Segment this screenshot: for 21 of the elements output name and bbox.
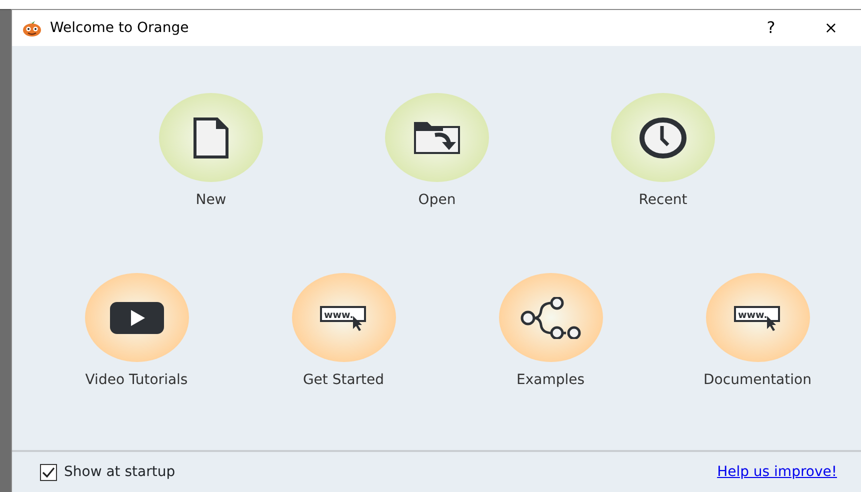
- action-circle-button[interactable]: www.: [292, 273, 396, 362]
- branching-graph-icon: [520, 296, 582, 338]
- video-play-icon: [108, 300, 164, 334]
- show-at-startup-checkbox[interactable]: Show at startup: [40, 462, 176, 482]
- window-title: Welcome to Orange: [50, 18, 189, 38]
- app-logo-icon: [22, 19, 42, 37]
- action-label[interactable]: Video Tutorials: [85, 371, 188, 389]
- action-label[interactable]: Open: [418, 191, 456, 209]
- action-label[interactable]: Documentation: [704, 371, 812, 389]
- action-label[interactable]: Get Started: [302, 371, 384, 389]
- document-icon: [193, 116, 229, 158]
- close-button[interactable]: ×: [801, 10, 861, 46]
- help-button[interactable]: ?: [741, 10, 801, 46]
- checkmark-icon: [42, 466, 55, 478]
- action-label[interactable]: Examples: [516, 371, 585, 389]
- action-circle-button[interactable]: www.: [706, 273, 810, 362]
- action-label[interactable]: Recent: [638, 191, 688, 209]
- folder-arrow-icon: [413, 120, 461, 154]
- clock-icon: [639, 116, 687, 158]
- action-label[interactable]: New: [196, 191, 226, 209]
- help-us-improve-link[interactable]: Help us improve!: [717, 462, 837, 482]
